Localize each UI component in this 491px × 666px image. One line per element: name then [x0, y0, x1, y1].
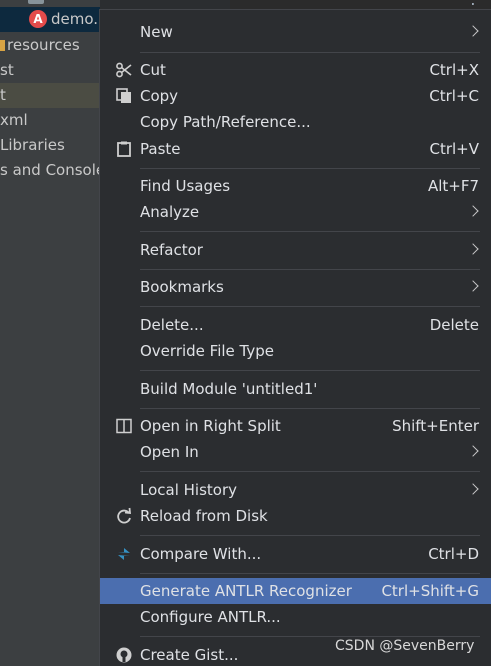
- menu-separator: [140, 573, 480, 574]
- menu-item-new[interactable]: New: [100, 19, 491, 45]
- split-icon: [116, 418, 132, 434]
- menu-separator: [140, 269, 480, 270]
- tree-item-demo[interactable]: A demo.: [0, 7, 100, 32]
- folder-icon: [28, 0, 44, 4]
- antlr-icon: A: [29, 10, 47, 28]
- menu-item-reload-from-disk[interactable]: Reload from Disk: [100, 503, 491, 529]
- menu-item-generate-antlr[interactable]: Generate ANTLR Recognizer Ctrl+Shift+G: [100, 578, 491, 604]
- menu-item-delete[interactable]: Delete... Delete: [100, 312, 491, 338]
- menu-item-override-file-type[interactable]: Override File Type: [100, 338, 491, 364]
- menu-separator: [140, 370, 480, 371]
- paste-icon: [117, 141, 131, 157]
- chevron-right-icon: [467, 205, 479, 217]
- tree-item-resources[interactable]: resources: [0, 33, 100, 58]
- watermark: CSDN @SevenBerry: [335, 638, 475, 654]
- menu-separator: [140, 306, 480, 307]
- menu-item-configure-antlr[interactable]: Configure ANTLR...: [100, 604, 491, 630]
- menu-item-find-usages[interactable]: Find Usages Alt+F7: [100, 173, 491, 199]
- menu-separator: [140, 408, 480, 409]
- tree-item-external-libraries[interactable]: Libraries: [0, 133, 100, 158]
- menu-item-refactor[interactable]: Refactor: [100, 237, 491, 263]
- chevron-right-icon: [467, 243, 479, 255]
- menu-separator: [140, 636, 480, 637]
- menu-item-build-module[interactable]: Build Module 'untitled1': [100, 376, 491, 402]
- menu-separator: [140, 535, 480, 536]
- menu-item-copy[interactable]: Copy Ctrl+C: [100, 83, 491, 109]
- menu-item-compare-with[interactable]: Compare With... Ctrl+D: [100, 541, 491, 567]
- scissors-icon: [116, 62, 132, 78]
- compare-icon: [118, 548, 130, 560]
- folder-icon: [0, 40, 5, 51]
- reload-icon: [117, 507, 132, 524]
- menu-item-open-right-split[interactable]: Open in Right Split Shift+Enter: [100, 413, 491, 439]
- menu-separator: [140, 231, 480, 232]
- menu-item-copy-path[interactable]: Copy Path/Reference...: [100, 109, 491, 135]
- project-tree[interactable]: A demo. resources st t xml Libraries s a…: [0, 0, 100, 666]
- menu-separator: [140, 52, 480, 53]
- chevron-right-icon: [467, 445, 479, 457]
- menu-item-bookmarks[interactable]: Bookmarks: [100, 274, 491, 300]
- menu-item-local-history[interactable]: Local History: [100, 477, 491, 503]
- tree-item-scratches[interactable]: s and Console: [0, 158, 100, 183]
- context-menu[interactable]: New Cut Ctrl+X Copy Ctrl+C Copy Path/Ref…: [99, 9, 491, 666]
- tree-item-test[interactable]: st: [0, 58, 100, 83]
- chevron-right-icon: [467, 25, 479, 37]
- menu-item-cut[interactable]: Cut Ctrl+X: [100, 57, 491, 83]
- menu-separator: [140, 168, 480, 169]
- chevron-right-icon: [467, 280, 479, 292]
- menu-item-paste[interactable]: Paste Ctrl+V: [100, 136, 491, 162]
- github-icon: [116, 647, 132, 663]
- tree-item-target[interactable]: t: [0, 83, 100, 108]
- tree-item-pom-xml[interactable]: xml: [0, 108, 100, 133]
- menu-separator: [140, 471, 480, 472]
- menu-item-analyze[interactable]: Analyze: [100, 199, 491, 225]
- editor-text: .: [469, 0, 477, 9]
- copy-icon: [116, 88, 131, 103]
- chevron-right-icon: [467, 483, 479, 495]
- menu-item-open-in[interactable]: Open In: [100, 439, 491, 465]
